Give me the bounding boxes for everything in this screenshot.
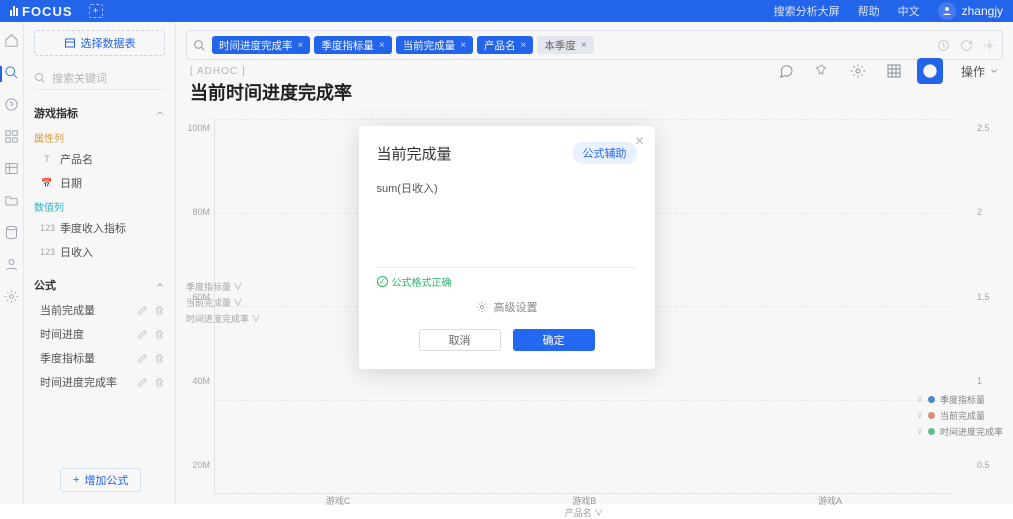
check-icon: ✓ <box>377 276 388 287</box>
formula-modal: ✕ 当前完成量 公式辅助 sum(日收入) ✓ 公式格式正确 高级设置 取消 确… <box>359 126 655 369</box>
ok-button[interactable]: 确定 <box>513 329 595 351</box>
cancel-label: 取消 <box>449 332 471 348</box>
modal-title: 当前完成量 <box>377 143 452 164</box>
cancel-button[interactable]: 取消 <box>419 329 501 351</box>
formula-help-button[interactable]: 公式辅助 <box>573 142 637 164</box>
ok-label: 确定 <box>543 332 565 348</box>
status-text: 公式格式正确 <box>392 274 452 289</box>
close-icon[interactable]: ✕ <box>634 134 644 148</box>
advanced-settings-button[interactable]: 高级设置 <box>377 289 637 329</box>
gear-icon <box>476 301 488 313</box>
formula-input[interactable]: sum(日收入) <box>377 178 637 268</box>
formula-status: ✓ 公式格式正确 <box>377 274 637 289</box>
modal-overlay: ✕ 当前完成量 公式辅助 sum(日收入) ✓ 公式格式正确 高级设置 取消 确… <box>0 0 1013 504</box>
formula-text: sum(日收入) <box>377 183 438 195</box>
x-axis-title[interactable]: 产品名 ∨ <box>215 506 953 519</box>
advanced-label: 高级设置 <box>494 299 538 315</box>
